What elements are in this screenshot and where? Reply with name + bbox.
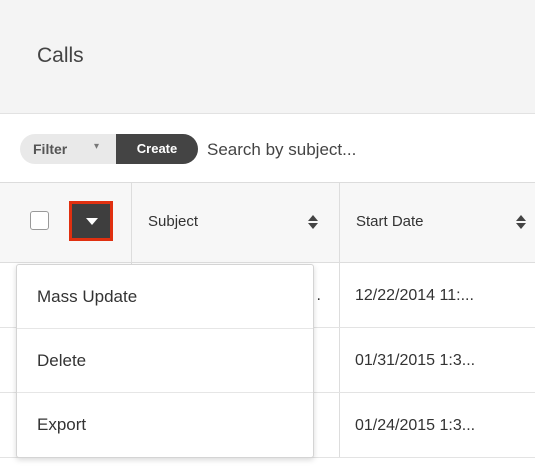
- start-date-value: 01/24/2015 1:3...: [355, 417, 476, 434]
- sort-icon[interactable]: [308, 215, 318, 229]
- table-header: Subject Start Date: [0, 183, 535, 263]
- menu-item-label: Delete: [37, 351, 87, 370]
- column-label-subject: Subject: [148, 213, 199, 230]
- start-date-value: 12/22/2014 11:...: [355, 287, 474, 304]
- select-all-cell: [0, 183, 132, 262]
- menu-item-label: Mass Update: [37, 287, 138, 306]
- menu-item-mass-update[interactable]: Mass Update: [17, 265, 313, 329]
- select-all-checkbox[interactable]: [30, 211, 49, 230]
- filter-bar: Filter ▾ Create: [0, 114, 535, 183]
- page-header: Calls: [0, 0, 535, 114]
- create-filter-button[interactable]: Create: [116, 134, 198, 164]
- chevron-down-icon: ▾: [94, 141, 100, 152]
- caret-down-icon: [86, 218, 98, 225]
- mass-actions-dropdown-toggle[interactable]: [69, 201, 113, 241]
- sort-icon[interactable]: [516, 215, 526, 229]
- mass-actions-menu: Mass Update Delete Export: [16, 264, 314, 458]
- page-title: Calls: [37, 44, 84, 67]
- column-header-subject[interactable]: Subject: [132, 183, 340, 262]
- start-date-value: 01/31/2015 1:3...: [355, 352, 476, 369]
- column-label-start-date: Start Date: [356, 213, 424, 230]
- subject-value[interactable]: .: [317, 287, 321, 305]
- search-input[interactable]: [205, 135, 529, 165]
- menu-item-delete[interactable]: Delete: [17, 329, 313, 393]
- filter-label[interactable]: Filter: [33, 141, 67, 157]
- menu-item-label: Export: [37, 415, 87, 434]
- menu-item-export[interactable]: Export: [17, 393, 313, 456]
- column-header-start-date[interactable]: Start Date: [340, 183, 535, 262]
